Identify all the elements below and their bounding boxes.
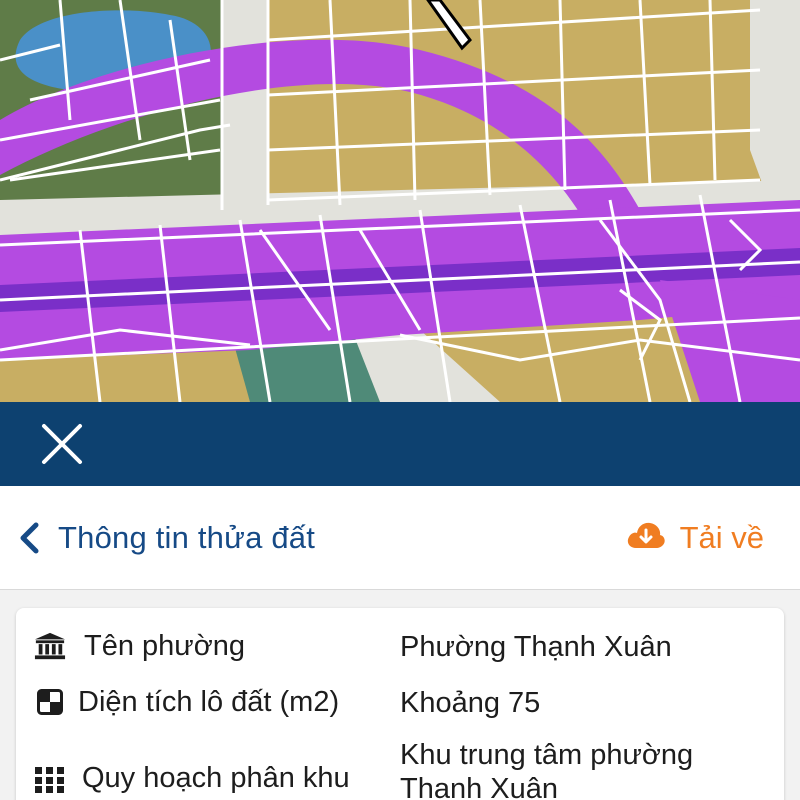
grid-dots-icon xyxy=(34,764,66,796)
quadrant-square-icon xyxy=(34,686,66,718)
download-label: Tải về xyxy=(679,519,764,555)
zoning-label: Quy hoạch phân khu xyxy=(82,762,350,794)
area-value: Khoảng 75 xyxy=(400,687,541,719)
panel-title: Thông tin thửa đất xyxy=(58,519,316,555)
road-vertical xyxy=(222,0,268,205)
back-button[interactable]: Thông tin thửa đất xyxy=(18,518,315,558)
map-canvas xyxy=(0,0,800,402)
info-row-area: Diện tích lô đất (m2) Khoảng 75 xyxy=(16,684,784,724)
ward-value: Phường Thạnh Xuân xyxy=(400,631,672,663)
ward-label: Tên phường xyxy=(84,630,245,662)
download-button[interactable]: Tải về xyxy=(626,520,764,556)
planning-map[interactable] xyxy=(0,0,800,402)
close-icon xyxy=(42,424,82,464)
zoning-value: Khu trung tâm phường Thạnh Xuân xyxy=(400,739,694,800)
area-label: Diện tích lô đất (m2) xyxy=(78,686,340,718)
close-button[interactable] xyxy=(32,414,92,474)
parcel-info-card: Tên phường Phường Thạnh Xuân Diện tích l… xyxy=(16,608,784,800)
info-row-zoning: Quy hoạch phân khu Khu trung tâm phường … xyxy=(16,739,784,800)
cloud-download-icon xyxy=(626,520,666,555)
modal-top-bar xyxy=(0,402,800,486)
info-row-ward: Tên phường Phường Thạnh Xuân xyxy=(16,628,784,668)
institution-icon xyxy=(34,630,66,662)
chevron-left-icon xyxy=(18,518,46,558)
panel-header: Thông tin thửa đất Tải về xyxy=(0,486,800,590)
